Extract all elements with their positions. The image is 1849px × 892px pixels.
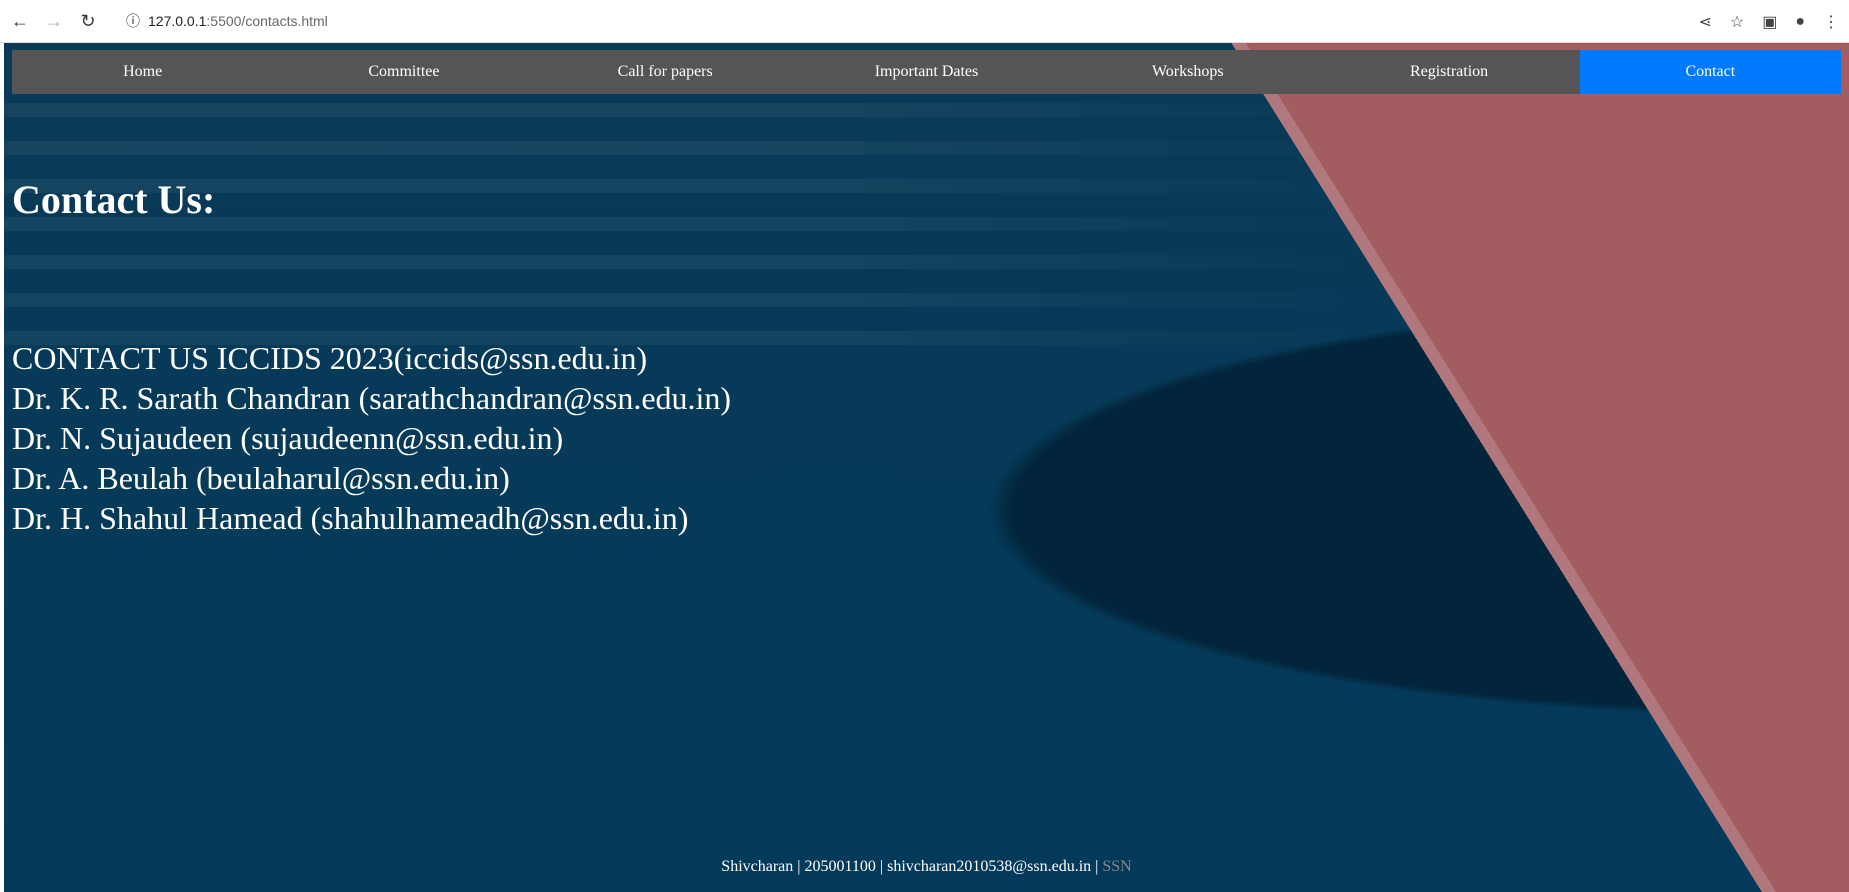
url-path: :5500/contacts.html [206,13,328,29]
contact-list: CONTACT US ICCIDS 2023(iccids@ssn.edu.in… [12,338,731,538]
nav-contact[interactable]: Contact [1579,50,1841,94]
footer-email: shivcharan2010538@ssn.edu.in [887,858,1092,875]
contact-item: CONTACT US ICCIDS 2023(iccids@ssn.edu.in… [12,340,648,376]
footer-name: Shivcharan [721,858,794,875]
footer-id: 205001100 [804,858,876,875]
page-title: Contact Us: [12,177,216,222]
nav-important-dates[interactable]: Important Dates [796,50,1057,94]
profile-avatar-icon[interactable]: ● [1795,13,1805,31]
separator: | [1091,858,1103,875]
info-icon[interactable]: ⓘ [126,11,140,31]
page: Home Committee Call for papers Important… [4,43,1849,892]
nav-call-for-papers[interactable]: Call for papers [535,50,796,94]
url-host: 127.0.0.1 [148,13,207,29]
back-icon[interactable]: ← [6,11,34,32]
star-icon[interactable]: ☆ [1730,12,1744,32]
side-panel-icon[interactable]: ▣ [1762,12,1777,32]
address-bar[interactable]: ⓘ 127.0.0.1:5500/contacts.html [116,5,338,37]
nav-committee[interactable]: Committee [273,50,534,94]
browser-toolbar: ← → ↻ ⓘ 127.0.0.1:5500/contacts.html ⋖ ☆… [0,0,1849,43]
menu-icon[interactable]: ⋮ [1823,12,1839,32]
main-nav: Home Committee Call for papers Important… [12,50,1841,94]
nav-workshops[interactable]: Workshops [1057,50,1318,94]
forward-icon[interactable]: → [40,11,68,32]
separator: | [793,858,805,875]
reload-icon[interactable]: ↻ [74,11,102,32]
nav-registration[interactable]: Registration [1318,50,1579,94]
share-icon[interactable]: ⋖ [1698,12,1711,32]
contact-item: Dr. N. Sujaudeen (sujaudeenn@ssn.edu.in) [12,420,564,456]
footer-org: SSN [1102,858,1132,875]
contact-item: Dr. H. Shahul Hamead (shahulhameadh@ssn.… [12,500,689,536]
contact-item: Dr. K. R. Sarath Chandran (sarathchandra… [12,380,732,416]
footer: Shivcharan | 205001100 | shivcharan20105… [4,858,1849,876]
separator: | [875,858,888,875]
nav-home[interactable]: Home [12,50,273,94]
background-stripes [4,103,1404,363]
contact-item: Dr. A. Beulah (beulaharul@ssn.edu.in) [12,460,510,496]
